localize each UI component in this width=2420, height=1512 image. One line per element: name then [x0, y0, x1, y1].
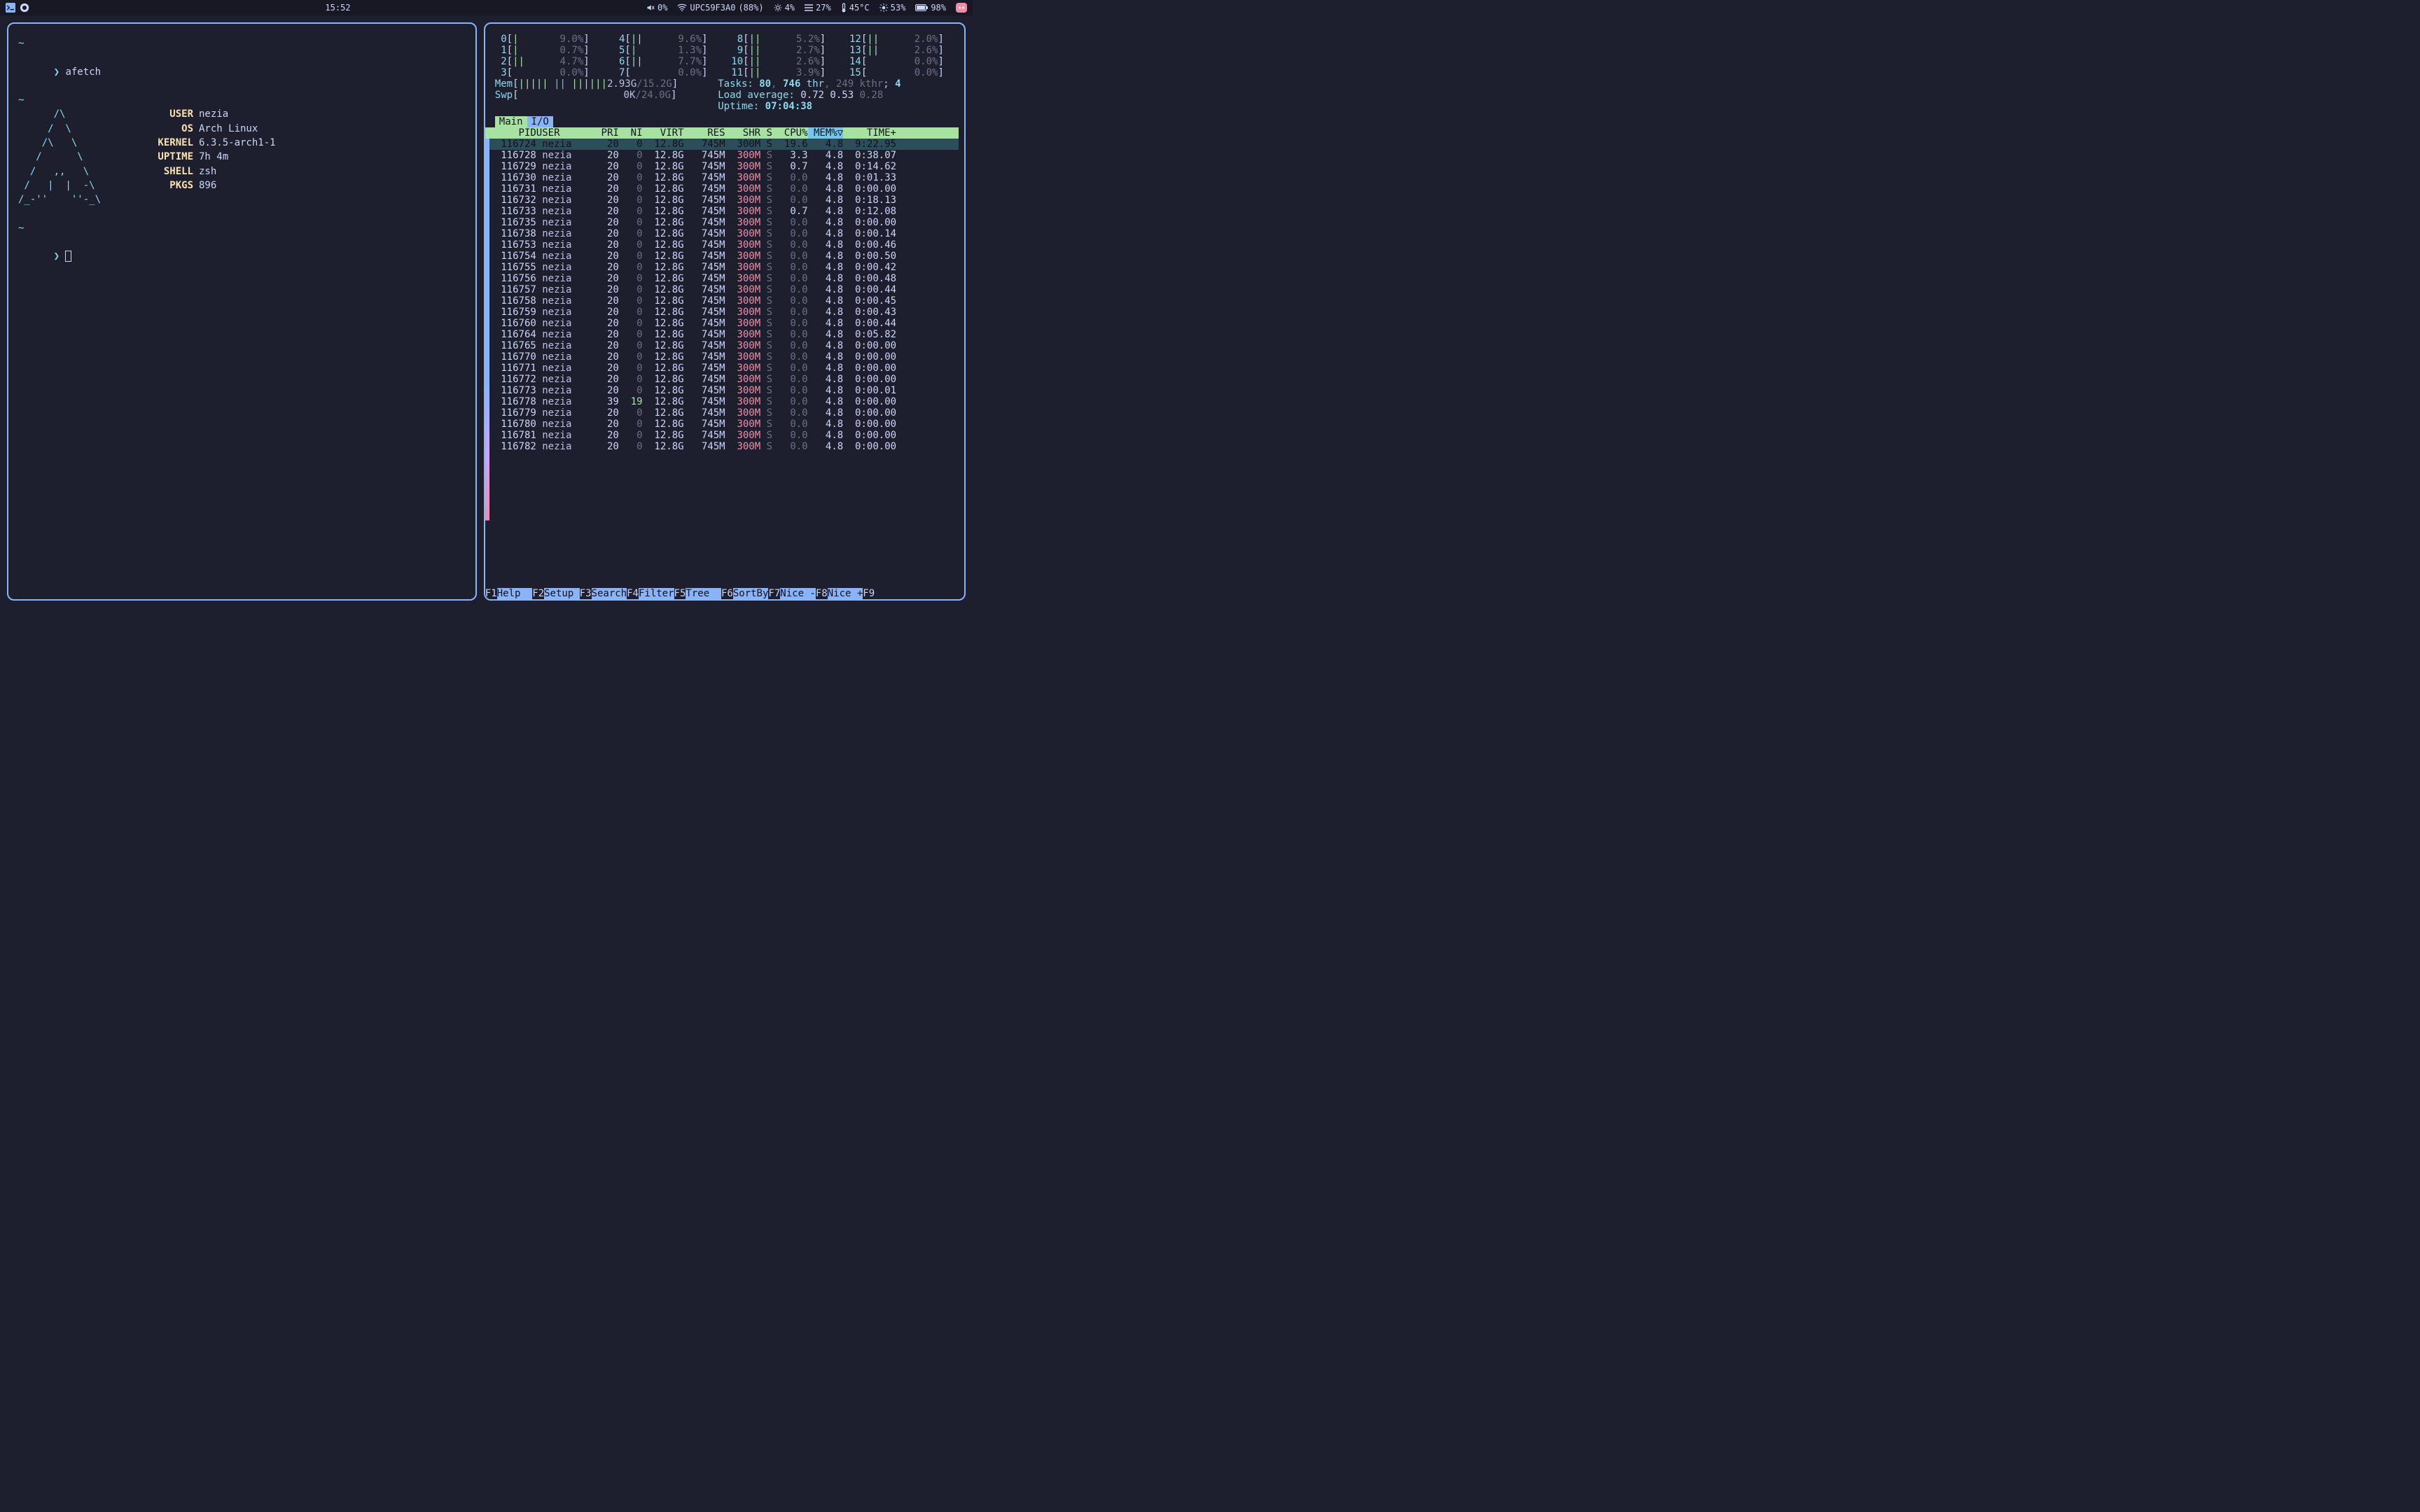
swap-meter: Swp[0K/24.0G] — [495, 90, 712, 101]
process-row[interactable]: 116772 nezia 20 0 12.8G 745M 300M S 0.0 … — [485, 374, 959, 385]
afetch-output: ~ /\USERnezia / \OSArch Linux /\ \KERNEL… — [18, 93, 466, 206]
prompt-cwd: ~ — [18, 221, 466, 235]
process-row[interactable]: 116757 nezia 20 0 12.8G 745M 300M S 0.0 … — [485, 284, 959, 295]
htop-header: 0[| 9.0%] 4[|| 9.6%] 8[|| 5.2%]12[|| 2.0… — [485, 31, 959, 112]
wifi-indicator[interactable]: UPC59F3A0 (88%) — [677, 3, 763, 13]
process-row[interactable]: 116732 nezia 20 0 12.8G 745M 300M S 0.0 … — [485, 195, 959, 206]
top-bar: 15:52 0% UPC59F3A0 (88%) 4% 27% — [0, 0, 973, 15]
temperature-indicator[interactable]: 45°C — [841, 3, 870, 13]
process-row[interactable]: 116738 nezia 20 0 12.8G 745M 300M S 0.0 … — [485, 228, 959, 239]
terminal-pane-afetch[interactable]: ~ ❯ afetch ~ /\USERnezia / \OSArch Linux… — [7, 22, 477, 601]
process-row[interactable]: 116735 nezia 20 0 12.8G 745M 300M S 0.0 … — [485, 217, 959, 228]
process-table-body[interactable]: 116724 nezia 20 0 12.8G 745M 300M S 19.6… — [485, 139, 959, 588]
cpu-meters: 0[| 9.0%] 4[|| 9.6%] 8[|| 5.2%]12[|| 2.0… — [495, 34, 954, 78]
terminal-pane-htop[interactable]: 0[| 9.0%] 4[|| 9.6%] 8[|| 5.2%]12[|| 2.0… — [484, 22, 966, 601]
process-row[interactable]: 116733 nezia 20 0 12.8G 745M 300M S 0.7 … — [485, 206, 959, 217]
process-row[interactable]: 116764 nezia 20 0 12.8G 745M 300M S 0.0 … — [485, 329, 959, 340]
process-row[interactable]: 116773 nezia 20 0 12.8G 745M 300M S 0.0 … — [485, 385, 959, 396]
tab-main[interactable]: Main — [495, 116, 527, 127]
prompt-cwd: ~ — [18, 36, 466, 50]
gear-indicator[interactable]: 4% — [774, 3, 795, 13]
tasks-summary: Tasks: 80, 746 thr, 249 kthr; 4 — [712, 78, 954, 90]
process-table-header[interactable]: PIDUSER PRI NI VIRT RES SHR S CPU% MEM%▽… — [485, 127, 959, 139]
prompt-command-line: ❯ afetch — [18, 50, 466, 93]
process-row[interactable]: 116781 nezia 20 0 12.8G 745M 300M S 0.0 … — [485, 430, 959, 441]
process-row[interactable]: 116758 nezia 20 0 12.8G 745M 300M S 0.0 … — [485, 295, 959, 307]
volume-indicator[interactable]: 0% — [646, 3, 667, 13]
gear-icon — [774, 4, 782, 12]
memory-meter: Mem[||||| || ||||||2.93G/15.2G] — [495, 78, 712, 90]
tab-io[interactable]: I/O — [527, 116, 553, 127]
process-row[interactable]: 116778 nezia 39 19 12.8G 745M 300M S 0.0… — [485, 396, 959, 407]
uptime: Uptime: 07:04:38 — [712, 101, 954, 112]
process-row[interactable]: 116779 nezia 20 0 12.8G 745M 300M S 0.0 … — [485, 407, 959, 419]
load-average: Load average: 0.72 0.53 0.28 — [712, 90, 954, 101]
workspace: ~ ❯ afetch ~ /\USERnezia / \OSArch Linux… — [0, 15, 973, 608]
process-row[interactable]: 116755 nezia 20 0 12.8G 745M 300M S 0.0 … — [485, 262, 959, 273]
thermometer-icon — [841, 3, 847, 13]
function-key-bar[interactable]: F1Help F2Setup F3SearchF4FilterF5Tree F6… — [485, 588, 959, 599]
process-row[interactable]: 116729 nezia 20 0 12.8G 745M 300M S 0.7 … — [485, 161, 959, 172]
firefox-icon[interactable] — [20, 3, 29, 13]
selection-indicator — [485, 139, 489, 588]
clock: 15:52 — [29, 3, 646, 13]
battery-indicator[interactable]: 98% — [915, 3, 946, 13]
battery-icon — [915, 4, 928, 11]
process-row[interactable]: 116730 nezia 20 0 12.8G 745M 300M S 0.0 … — [485, 172, 959, 183]
process-row[interactable]: 116760 nezia 20 0 12.8G 745M 300M S 0.0 … — [485, 318, 959, 329]
process-row[interactable]: 116724 nezia 20 0 12.8G 745M 300M S 19.6… — [485, 139, 959, 150]
process-row[interactable]: 116731 nezia 20 0 12.8G 745M 300M S 0.0 … — [485, 183, 959, 195]
brightness-indicator[interactable]: 53% — [879, 3, 906, 13]
sun-icon — [879, 4, 888, 12]
process-row[interactable]: 116782 nezia 20 0 12.8G 745M 300M S 0.0 … — [485, 441, 959, 452]
process-row[interactable]: 116756 nezia 20 0 12.8G 745M 300M S 0.0 … — [485, 273, 959, 284]
process-row[interactable]: 116754 nezia 20 0 12.8G 745M 300M S 0.0 … — [485, 251, 959, 262]
process-row[interactable]: 116753 nezia 20 0 12.8G 745M 300M S 0.0 … — [485, 239, 959, 251]
process-row[interactable]: 116780 nezia 20 0 12.8G 745M 300M S 0.0 … — [485, 419, 959, 430]
process-row[interactable]: 116770 nezia 20 0 12.8G 745M 300M S 0.0 … — [485, 351, 959, 363]
process-row[interactable]: 116771 nezia 20 0 12.8G 745M 300M S 0.0 … — [485, 363, 959, 374]
process-row[interactable]: 116759 nezia 20 0 12.8G 745M 300M S 0.0 … — [485, 307, 959, 318]
cursor — [65, 251, 71, 262]
htop-tabs: MainI/O — [485, 116, 959, 127]
process-row[interactable]: 116728 nezia 20 0 12.8G 745M 300M S 3.3 … — [485, 150, 959, 161]
discord-tray-icon[interactable] — [956, 3, 967, 13]
bars-icon — [805, 4, 813, 11]
wifi-icon — [677, 4, 687, 12]
process-row[interactable]: 116765 nezia 20 0 12.8G 745M 300M S 0.0 … — [485, 340, 959, 351]
prompt-cursor-line[interactable]: ❯ — [18, 235, 466, 278]
terminal-icon[interactable] — [6, 3, 15, 13]
memory-indicator[interactable]: 27% — [805, 3, 831, 13]
volume-mute-icon — [646, 4, 655, 12]
